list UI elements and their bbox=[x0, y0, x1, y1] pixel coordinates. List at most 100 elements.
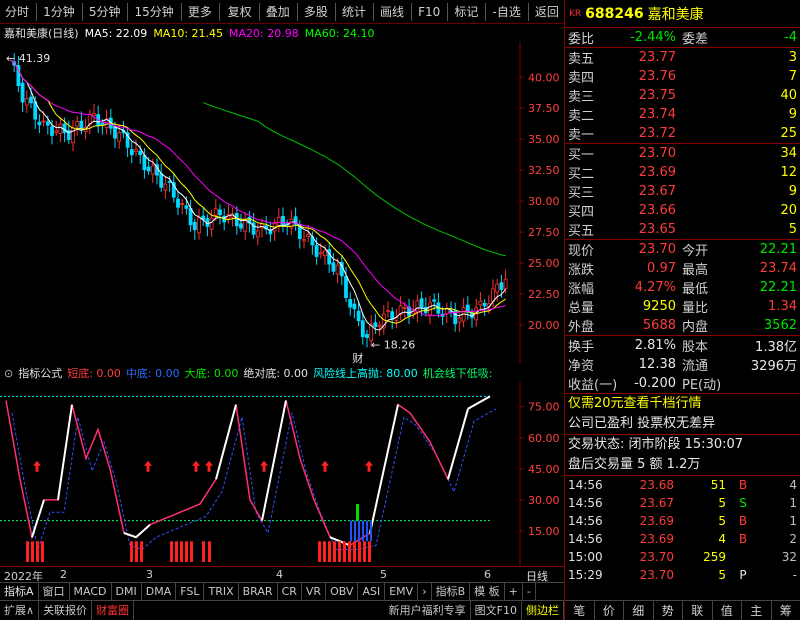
toolbar-item[interactable]: 复权 bbox=[223, 0, 257, 24]
candle-body bbox=[281, 215, 285, 226]
book-level-label: 买三 bbox=[568, 186, 595, 201]
tick-count: 1 bbox=[789, 514, 797, 528]
toolbar-item[interactable]: 统计 bbox=[337, 0, 371, 24]
book-price[interactable]: 23.67 bbox=[604, 184, 676, 199]
candle-body bbox=[218, 209, 222, 216]
toolbar-item[interactable]: 更多 bbox=[183, 0, 217, 24]
indicator-fx: 风险线上高抛: 80.00 bbox=[313, 367, 418, 380]
new-user-benefit-link[interactable]: 新用户福利专享 bbox=[385, 600, 471, 620]
tabs-scroll-arrow-icon[interactable]: › bbox=[418, 582, 432, 601]
toolbar-item[interactable]: 标记 bbox=[449, 0, 483, 24]
book-price[interactable]: 23.77 bbox=[604, 50, 676, 65]
indicator-tab[interactable]: FSL bbox=[176, 582, 205, 601]
indicator-tab[interactable]: + bbox=[505, 582, 523, 601]
indicator-tab[interactable]: VR bbox=[302, 582, 327, 601]
candle-body bbox=[377, 324, 382, 327]
related-quote-button[interactable]: 关联报价 bbox=[39, 600, 93, 620]
indicator-tab[interactable]: BRAR bbox=[239, 582, 278, 601]
toolbar-item[interactable]: 5分钟 bbox=[84, 0, 126, 24]
candle-body bbox=[142, 154, 147, 171]
quote-tab[interactable]: 细 bbox=[624, 601, 654, 620]
toolbar-item[interactable]: F10 bbox=[413, 0, 445, 24]
kline-chart[interactable]: 40.00 37.50 35.00 32.50 30.00 27.50 25.00 22.50… bbox=[0, 42, 564, 364]
stat-label: 涨幅 bbox=[568, 282, 595, 297]
tick-row: 14:56 23.69 4 B 2 bbox=[565, 530, 800, 548]
stat-label: 内盘 bbox=[682, 320, 709, 335]
book-level-label: 买二 bbox=[568, 167, 595, 182]
indicator-bg bbox=[0, 382, 564, 566]
indicator-label: 75.00 bbox=[528, 401, 560, 414]
indicator-tab[interactable]: EMV bbox=[385, 582, 419, 601]
indicator-dd: 短底: 0.00 bbox=[67, 367, 121, 380]
stock-name: 嘉和美康 bbox=[647, 6, 704, 23]
quote-tab[interactable]: 值 bbox=[713, 601, 742, 620]
toolbar-item[interactable]: 返回 bbox=[530, 0, 564, 24]
expand-button[interactable]: 扩展∧ bbox=[0, 600, 40, 620]
toolbar-item[interactable]: 15分钟 bbox=[130, 0, 179, 24]
ask-row: 卖三 23.75 40 bbox=[565, 86, 800, 105]
tick-side: B bbox=[738, 478, 748, 492]
quote-tab[interactable]: 联 bbox=[683, 601, 713, 620]
wealth-circle-button[interactable]: 财富圈 bbox=[92, 600, 135, 620]
indicator-tab[interactable]: 指标B bbox=[432, 582, 471, 601]
book-price[interactable]: 23.75 bbox=[604, 88, 676, 103]
quote-tab[interactable]: 价 bbox=[595, 601, 624, 620]
toolbar-item[interactable]: 多股 bbox=[299, 0, 333, 24]
toolbar-item[interactable]: 叠加 bbox=[261, 0, 295, 24]
promo-link[interactable]: 仅需20元查看千档行情 bbox=[565, 394, 800, 414]
book-price[interactable]: 23.72 bbox=[604, 126, 676, 141]
toolbar-item[interactable]: -自选 bbox=[487, 0, 525, 24]
indicator-tab[interactable]: 指标A bbox=[0, 582, 39, 601]
bid-row: 买一 23.70 34 bbox=[565, 144, 800, 163]
financial-report-badge[interactable]: 财 bbox=[352, 351, 363, 364]
book-volume: 34 bbox=[780, 146, 797, 161]
quote-tab[interactable]: 筹 bbox=[772, 601, 800, 620]
indicator-chart[interactable]: 75.00 60.00 45.00 30.00 15.00 bbox=[0, 382, 564, 566]
book-price[interactable]: 23.65 bbox=[604, 222, 676, 237]
indicator-tab[interactable]: - bbox=[523, 582, 536, 601]
wb-value: -2.44% bbox=[630, 30, 676, 45]
stat-label: PE(动) bbox=[682, 378, 722, 393]
indicator-tab[interactable]: DMI bbox=[112, 582, 142, 601]
tick-price: 23.69 bbox=[639, 514, 674, 528]
indicator-tab[interactable]: TRIX bbox=[204, 582, 239, 601]
price-label: 27.50 bbox=[528, 226, 560, 239]
book-price[interactable]: 23.70 bbox=[604, 146, 676, 161]
sidebar-toggle[interactable]: 侧边栏 bbox=[522, 600, 564, 620]
indicator-tab[interactable]: OBV bbox=[326, 582, 359, 601]
ma10-label: MA10: 21.45 bbox=[153, 26, 224, 40]
quote-tab[interactable]: 笔 bbox=[565, 601, 595, 620]
candle-body bbox=[45, 121, 50, 126]
book-price[interactable]: 23.76 bbox=[604, 69, 676, 84]
price-label: 30.00 bbox=[528, 195, 560, 208]
tick-count: 32 bbox=[781, 550, 797, 564]
book-price[interactable]: 23.69 bbox=[604, 165, 676, 180]
indicator-tab[interactable]: 窗口 bbox=[39, 582, 70, 601]
bottom-signal-bar bbox=[140, 541, 143, 562]
candle-body bbox=[503, 278, 508, 289]
bottom-signal-bar bbox=[41, 541, 44, 562]
indicator-tab[interactable]: DMA bbox=[142, 582, 177, 601]
candle-body bbox=[373, 322, 378, 328]
indicator-tab[interactable]: MACD bbox=[70, 582, 112, 601]
f10-link[interactable]: 图文F10 bbox=[471, 600, 522, 620]
indicator-tab[interactable]: 模 板 bbox=[470, 582, 505, 601]
indicator-tab[interactable]: ASI bbox=[358, 582, 386, 601]
book-price[interactable]: 23.74 bbox=[604, 107, 676, 122]
toolbar-item[interactable]: 分时 bbox=[0, 0, 34, 24]
price-label: 40.00 bbox=[528, 71, 560, 84]
price-label: 25.00 bbox=[528, 257, 560, 270]
toolbar-item[interactable]: 画线 bbox=[375, 0, 409, 24]
candle-body bbox=[150, 165, 155, 175]
ma60-label: MA60: 24.10 bbox=[304, 26, 375, 40]
tick-side: B bbox=[738, 532, 748, 546]
indicator-tab[interactable]: CR bbox=[278, 582, 302, 601]
toolbar-item[interactable]: 1分钟 bbox=[38, 0, 80, 24]
quote-tab[interactable]: 主 bbox=[742, 601, 772, 620]
price-label: 35.00 bbox=[528, 133, 560, 146]
quote-tab[interactable]: 势 bbox=[654, 601, 683, 620]
indicator-collapse-icon[interactable]: ⊙ bbox=[4, 367, 13, 380]
book-price[interactable]: 23.66 bbox=[604, 203, 676, 218]
candle-body bbox=[79, 120, 84, 130]
indicator-title[interactable]: 指标公式 bbox=[18, 365, 62, 381]
